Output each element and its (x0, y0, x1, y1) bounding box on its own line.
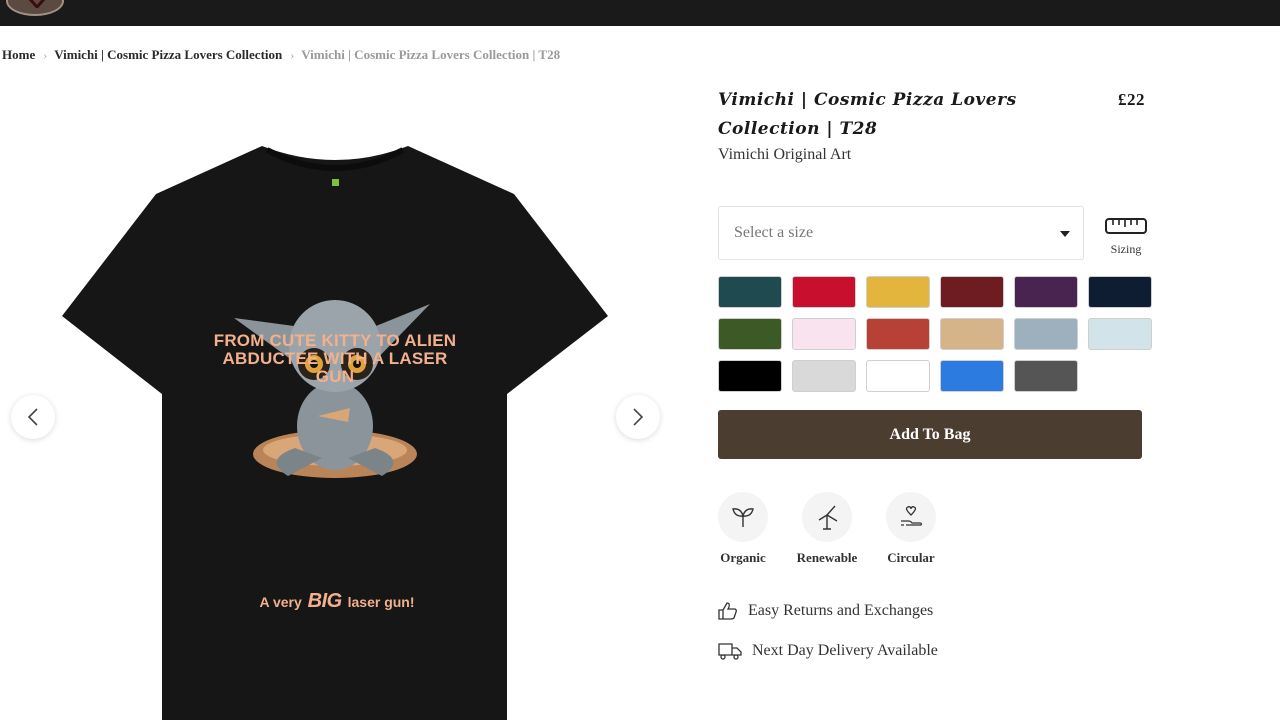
color-swatch[interactable] (1014, 318, 1078, 350)
sprout-icon (718, 492, 768, 542)
color-swatch[interactable] (866, 318, 930, 350)
color-swatch[interactable] (940, 360, 1004, 392)
hand-heart-icon (886, 492, 936, 542)
color-swatch[interactable] (792, 318, 856, 350)
color-swatch[interactable] (792, 276, 856, 308)
color-swatch[interactable] (718, 360, 782, 392)
perk-label: Next Day Delivery Available (752, 642, 938, 659)
print-footer-text: A very (259, 594, 302, 610)
breadcrumb: Home › Vimichi | Cosmic Pizza Lovers Col… (2, 47, 560, 63)
print-footer-text-end: laser gun! (347, 594, 415, 610)
size-select-placeholder: Select a size (734, 224, 814, 241)
top-navigation-bar (0, 0, 1280, 26)
product-price: £22 (1118, 90, 1145, 109)
color-swatch[interactable] (1014, 360, 1078, 392)
feature-organic: Organic (708, 492, 778, 566)
chevron-left-icon (27, 408, 38, 426)
color-swatch[interactable] (866, 276, 930, 308)
breadcrumb-home-link[interactable]: Home (2, 47, 35, 63)
breadcrumb-collection-link[interactable]: Vimichi | Cosmic Pizza Lovers Collection (54, 47, 282, 63)
color-swatch[interactable] (940, 276, 1004, 308)
perk-easy-returns: Easy Returns and Exchanges (718, 602, 933, 620)
print-footer-big-text: BIG (307, 590, 343, 612)
chevron-right-icon (633, 408, 644, 426)
color-swatch[interactable] (1088, 318, 1152, 350)
feature-label: Renewable (796, 550, 858, 565)
thumbs-up-icon (718, 602, 737, 620)
color-swatch[interactable] (1088, 276, 1152, 308)
color-swatch[interactable] (792, 360, 856, 392)
previous-image-button[interactable] (11, 395, 55, 439)
brand-logo[interactable] (6, 0, 64, 16)
add-to-bag-button[interactable]: Add To Bag (718, 410, 1142, 459)
sizing-label: Sizing (1110, 242, 1142, 256)
product-image-gallery: From cute kitty to alien abductee with a… (0, 80, 680, 720)
feature-label: Organic (720, 550, 766, 565)
ruler-icon (1105, 218, 1147, 234)
chevron-right-icon: › (290, 47, 295, 62)
sizing-guide-button[interactable]: Sizing (1104, 216, 1148, 257)
color-swatch[interactable] (940, 318, 1004, 350)
product-title: Vimichi | Cosmic Pizza Lovers Collection… (718, 90, 1017, 139)
color-swatch[interactable] (718, 318, 782, 350)
breadcrumb-current-page: Vimichi | Cosmic Pizza Lovers Collection… (301, 47, 561, 62)
chevron-right-icon: › (43, 47, 48, 62)
delivery-truck-icon (718, 643, 742, 660)
color-swatch[interactable] (866, 360, 930, 392)
feature-label: Circular (887, 550, 935, 565)
sustainability-features: Organic Renewable Circular (718, 492, 978, 572)
tshirt-print-headline: From cute kitty to alien abductee with a… (213, 331, 457, 386)
feature-renewable: Renewable (792, 492, 862, 566)
product-info-panel: Vimichi | Cosmic Pizza Lovers Collection… (718, 86, 1158, 660)
perk-next-day-delivery: Next Day Delivery Available (718, 642, 938, 660)
color-swatch[interactable] (718, 276, 782, 308)
size-row: Select a size Sizing (718, 206, 1158, 260)
perk-label: Easy Returns and Exchanges (748, 602, 934, 619)
tshirt-print-footer: A very BIG laser gun! (222, 590, 452, 613)
size-select-dropdown[interactable]: Select a size (718, 206, 1084, 260)
tshirt-product-image (62, 146, 608, 720)
feature-circular: Circular (876, 492, 946, 566)
wind-turbine-icon (802, 492, 852, 542)
caret-down-icon (1060, 231, 1070, 237)
product-brand: Vimichi Original Art (718, 146, 852, 163)
color-swatch[interactable] (1014, 276, 1078, 308)
next-image-button[interactable] (616, 395, 660, 439)
